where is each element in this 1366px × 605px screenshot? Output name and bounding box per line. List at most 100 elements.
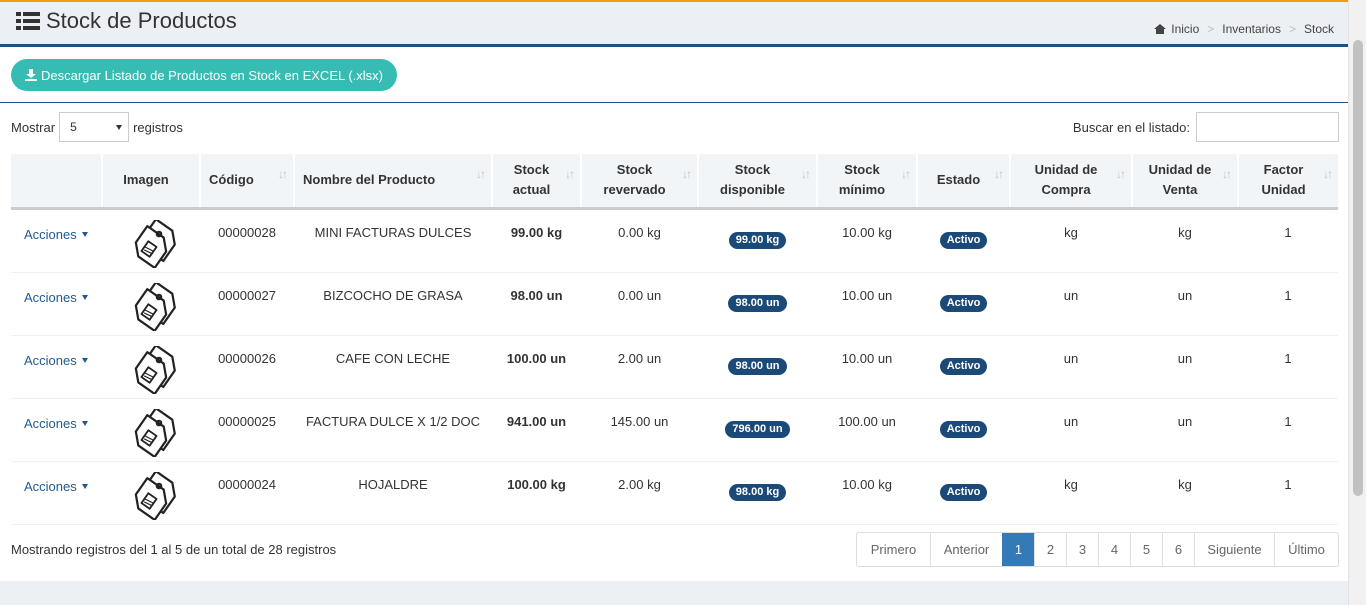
table-row: Acciones 00000024 HOJALDRE 100.00 kg 2.00 kg… (11, 461, 1338, 524)
cell-unidad-venta: un (1177, 287, 1193, 303)
column-header-10[interactable]: Unidad de Venta ↓↑ (1131, 154, 1238, 210)
pagination-page-1[interactable]: 1 (1002, 533, 1034, 566)
scrollbar[interactable] (1348, 0, 1366, 605)
column-header-label: Stock revervado (603, 162, 666, 198)
cell-unidad-compra: un (1063, 350, 1079, 366)
cell-stock-actual: 99.00 kg (510, 224, 563, 240)
show-label: Mostrar (11, 119, 56, 135)
download-excel-button[interactable]: Descargar Listado de Productos en Stock … (11, 59, 398, 91)
pagination-page-5[interactable]: 5 (1130, 533, 1162, 566)
pagination-page-3[interactable]: 3 (1066, 533, 1098, 566)
download-icon (25, 69, 37, 81)
cell-stock-actual: 941.00 un (506, 413, 567, 429)
column-header-7[interactable]: Stock mínimo ↓↑ (816, 154, 917, 210)
cell-estado: Activo (917, 398, 1010, 461)
column-header-label: Estado (936, 172, 981, 188)
cell-estado: Activo (917, 208, 1010, 272)
cell-stock-minimo: 10.00 un (841, 350, 893, 366)
scrollbar-thumb[interactable] (1353, 40, 1363, 496)
cell-stock-disponible: 98.00 un (698, 335, 817, 398)
status-badge: Activo (939, 420, 988, 438)
actions-label: Acciones (24, 478, 77, 494)
sort-icon[interactable]: ↓↑ (476, 164, 486, 184)
cell-unidad-compra: un (1063, 413, 1079, 429)
pagination-next[interactable]: Siguiente (1194, 533, 1274, 566)
sort-icon[interactable]: ↓↑ (1323, 164, 1333, 184)
pagination: Primero Anterior 1 2 3 4 5 6 Siguiente Último (856, 532, 1339, 567)
column-header-2[interactable]: Código ↓↑ (199, 154, 294, 210)
status-badge: Activo (939, 483, 988, 501)
column-header-11[interactable]: Factor Unidad ↓↑ (1237, 154, 1338, 210)
cell-stock-actual: 98.00 un (510, 287, 563, 303)
chevron-down-icon (81, 357, 88, 363)
chevron-down-icon (116, 124, 123, 130)
actions-dropdown[interactable]: Acciones (11, 208, 102, 272)
column-header-3[interactable]: Nombre del Producto ↓↑ (293, 154, 492, 210)
cell-stock-disponible: 796.00 un (698, 398, 817, 461)
cell-nombre: FACTURA DULCE X 1/2 DOC (305, 413, 481, 429)
table-row: Acciones 00000025 FACTURA DULCE X 1/2 DOC 9… (11, 398, 1338, 461)
product-image (102, 272, 200, 335)
stock-disponible-badge: 98.00 un (728, 294, 787, 312)
price-tag-icon (126, 343, 176, 397)
column-header-5[interactable]: Stock revervado ↓↑ (580, 154, 698, 210)
cell-stock-reservado: 2.00 un (617, 350, 662, 366)
column-header-label: Unidad de Compra (1034, 162, 1098, 198)
column-header-label: Imagen (123, 172, 169, 188)
cell-factor-unidad: 1 (1284, 476, 1292, 492)
sort-icon[interactable]: ↓↑ (682, 164, 692, 184)
cell-stock-minimo: 10.00 kg (842, 476, 892, 492)
breadcrumb-item-inventarios[interactable]: Inventarios (1222, 22, 1281, 36)
actions-dropdown[interactable]: Acciones (11, 398, 102, 461)
cell-factor-unidad: 1 (1284, 287, 1292, 303)
breadcrumb-separator: > (1288, 22, 1296, 36)
table-row: Acciones 00000028 MINI FACTURAS DULCES 99.0… (11, 208, 1338, 272)
pagination-prev[interactable]: Anterior (930, 533, 1002, 566)
actions-label: Acciones (24, 352, 77, 368)
list-icon (16, 12, 40, 30)
chevron-down-icon (81, 294, 88, 300)
chevron-down-icon (81, 483, 88, 489)
actions-dropdown[interactable]: Acciones (11, 335, 102, 398)
column-header-1: Imagen (101, 154, 200, 210)
home-icon[interactable] (1154, 24, 1167, 34)
column-header-4[interactable]: Stock actual ↓↑ (491, 154, 581, 210)
column-header-8[interactable]: Estado ↓↑ (916, 154, 1010, 210)
pagination-last[interactable]: Último (1274, 533, 1338, 566)
search-control: Buscar en el listado: (1073, 112, 1339, 142)
sort-icon[interactable]: ↓↑ (1116, 164, 1126, 184)
cell-factor-unidad: 1 (1284, 350, 1292, 366)
cell-stock-reservado: 2.00 kg (618, 476, 661, 492)
cell-stock-minimo: 10.00 kg (842, 224, 892, 240)
actions-dropdown[interactable]: Acciones (11, 272, 102, 335)
stock-table: Imagen Código ↓↑ Nombre del Producto ↓↑ Stock… (11, 154, 1338, 525)
pagination-first[interactable]: Primero (857, 533, 930, 566)
pagination-page-2[interactable]: 2 (1034, 533, 1066, 566)
records-label: registros (133, 119, 183, 135)
search-input[interactable] (1196, 112, 1339, 142)
column-header-6[interactable]: Stock disponible ↓↑ (697, 154, 817, 210)
sort-icon[interactable]: ↓↑ (278, 164, 288, 184)
sort-icon[interactable]: ↓↑ (994, 164, 1004, 184)
page-title-text: Stock de Productos (46, 8, 237, 33)
sort-icon[interactable]: ↓↑ (1222, 164, 1232, 184)
price-tag-icon (126, 469, 176, 523)
cell-stock-minimo: 100.00 un (838, 413, 896, 429)
cell-unidad-venta: un (1177, 350, 1193, 366)
stock-disponible-badge: 796.00 un (725, 420, 790, 438)
pagination-page-4[interactable]: 4 (1098, 533, 1130, 566)
column-header-label: Factor Unidad (1261, 162, 1306, 198)
breadcrumb-item-inicio[interactable]: Inicio (1171, 22, 1199, 36)
sort-icon[interactable]: ↓↑ (801, 164, 811, 184)
actions-dropdown[interactable]: Acciones (11, 461, 102, 524)
product-image (102, 398, 200, 461)
pagination-page-6[interactable]: 6 (1162, 533, 1194, 566)
cell-codigo: 00000025 (218, 413, 276, 429)
table-row: Acciones 00000027 BIZCOCHO DE GRASA 98.00 u… (11, 272, 1338, 335)
page-length-select[interactable]: 5 (59, 112, 130, 142)
column-header-9[interactable]: Unidad de Compra ↓↑ (1009, 154, 1132, 210)
sort-icon[interactable]: ↓↑ (565, 164, 575, 184)
cell-stock-reservado: 0.00 kg (618, 224, 661, 240)
actions-label: Acciones (24, 226, 77, 242)
sort-icon[interactable]: ↓↑ (901, 164, 911, 184)
